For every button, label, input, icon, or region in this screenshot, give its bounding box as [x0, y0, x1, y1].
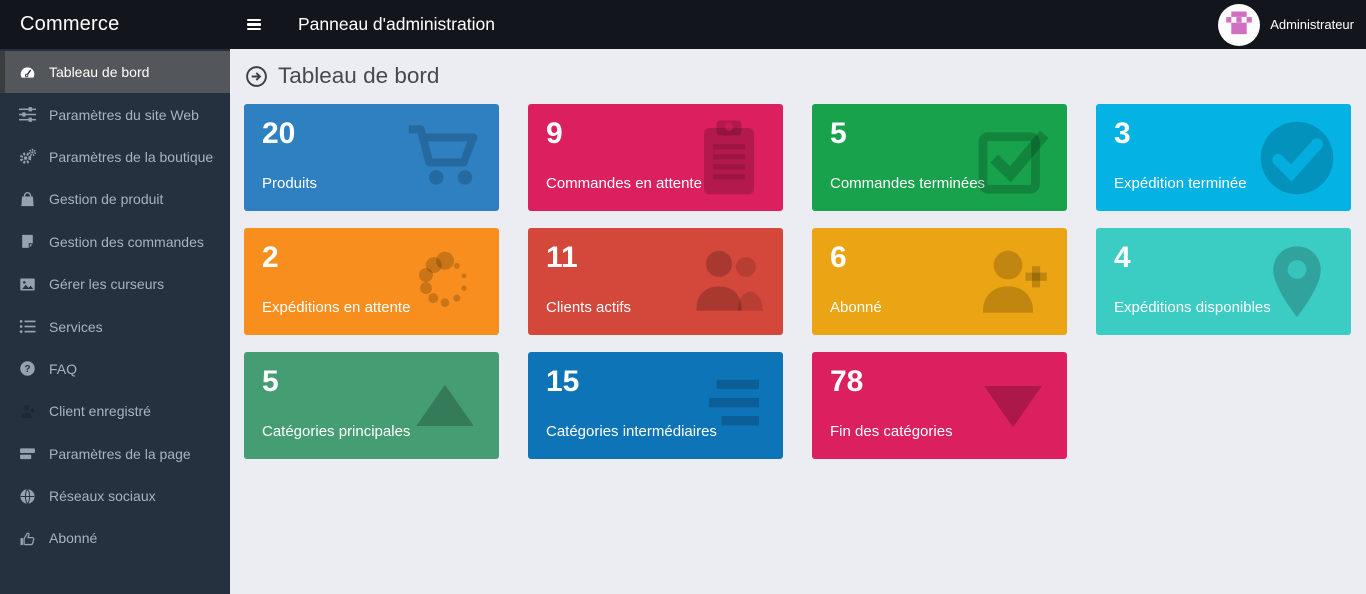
dashboard-icon [19, 64, 36, 81]
card-expeditions-en-attente[interactable]: 2 Expéditions en attente [244, 228, 499, 335]
card-label: Expéditions en attente [262, 299, 410, 316]
sidebar-item-label: Réseaux sociaux [49, 488, 156, 504]
card-commandes-en-attente[interactable]: 9 Commandes en attente [528, 104, 783, 211]
sidebar-item-client-enregistre[interactable]: Client enregistré [0, 390, 230, 432]
sidebar: Tableau de bord Paramètres du site Web P… [0, 49, 230, 594]
clipboard-icon [689, 118, 769, 198]
caret-down-icon [973, 366, 1053, 446]
globe-icon [19, 488, 36, 505]
check-square-icon [973, 118, 1053, 198]
note-icon [19, 233, 36, 250]
sliders-icon [19, 106, 36, 123]
question-circle-icon: ? [19, 360, 36, 377]
cart-icon [405, 118, 485, 198]
image-icon [19, 276, 36, 293]
card-expedition-terminee[interactable]: 3 Expédition terminée [1096, 104, 1351, 211]
thumbs-up-icon [19, 530, 36, 547]
brand-logo[interactable]: Commerce [0, 13, 230, 36]
identicon-avatar [1218, 4, 1260, 46]
card-label: Clients actifs [546, 299, 631, 316]
sidebar-item-faq[interactable]: ? FAQ [0, 348, 230, 390]
sidebar-item-label: Gestion des commandes [49, 234, 204, 250]
card-categories-intermediaires[interactable]: 15 Catégories intermédiaires [528, 352, 783, 459]
card-label: Commandes en attente [546, 175, 702, 192]
card-commandes-terminees[interactable]: 5 Commandes terminées [812, 104, 1067, 211]
sidebar-item-services[interactable]: Services [0, 305, 230, 347]
sidebar-item-label: Paramètres du site Web [49, 107, 199, 123]
sidebar-item-label: Tableau de bord [49, 64, 149, 80]
card-abonne[interactable]: 6 Abonné [812, 228, 1067, 335]
page-heading: Tableau de bord [245, 63, 1351, 89]
spinner-dots-icon [405, 242, 485, 322]
sidebar-item-label: Services [49, 319, 103, 335]
card-label: Fin des catégories [830, 423, 953, 440]
caret-up-icon [405, 366, 485, 446]
cogs-icon [19, 148, 36, 165]
bars-icon [689, 366, 769, 446]
sidebar-item-label: Paramètres de la boutique [49, 149, 213, 165]
card-categories-principales[interactable]: 5 Catégories principales [244, 352, 499, 459]
card-label: Expéditions disponibles [1114, 299, 1271, 316]
list-icon [19, 318, 36, 335]
sidebar-item-label: Abonné [49, 530, 97, 546]
card-label: Commandes terminées [830, 175, 985, 192]
topbar: Commerce Panneau d'administration Admini… [0, 0, 1366, 49]
sidebar-item-label: Client enregistré [49, 403, 151, 419]
sidebar-item-tableau-de-bord[interactable]: Tableau de bord [0, 51, 230, 93]
sidebar-item-gestion-de-produit[interactable]: Gestion de produit [0, 178, 230, 220]
sidebar-item-label: Paramètres de la page [49, 446, 191, 462]
sidebar-item-parametres-de-la-boutique[interactable]: Paramètres de la boutique [0, 136, 230, 178]
user-menu[interactable]: Administrateur [1218, 4, 1366, 46]
sidebar-item-abonne[interactable]: Abonné [0, 517, 230, 559]
card-clients-actifs[interactable]: 11 Clients actifs [528, 228, 783, 335]
sidebar-item-label: Gérer les curseurs [49, 276, 164, 292]
map-marker-icon [1257, 242, 1337, 322]
svg-text:?: ? [24, 364, 30, 375]
stat-cards-grid: 20 Produits 9 Commandes en attente 5 Com… [244, 104, 1351, 459]
check-circle-icon [1257, 118, 1337, 198]
card-label: Expédition terminée [1114, 175, 1247, 192]
card-label: Abonné [830, 299, 882, 316]
sidebar-item-gestion-des-commandes[interactable]: Gestion des commandes [0, 221, 230, 263]
card-produits[interactable]: 20 Produits [244, 104, 499, 211]
hamburger-icon[interactable] [247, 19, 261, 31]
sidebar-item-gerer-les-curseurs[interactable]: Gérer les curseurs [0, 263, 230, 305]
arrow-circle-right-icon [245, 65, 268, 88]
user-name: Administrateur [1270, 17, 1354, 32]
page-title: Panneau d'administration [298, 14, 495, 35]
page-heading-label: Tableau de bord [278, 63, 439, 89]
user-plus-icon [19, 403, 36, 420]
main-content: Tableau de bord 20 Produits 9 Commandes … [230, 49, 1366, 594]
card-label: Produits [262, 175, 317, 192]
page-settings-icon [19, 445, 36, 462]
user-plus-icon [973, 242, 1053, 322]
sidebar-item-parametres-du-site-web[interactable]: Paramètres du site Web [0, 93, 230, 135]
chevron-right-icon [213, 151, 216, 163]
card-expeditions-disponibles[interactable]: 4 Expéditions disponibles [1096, 228, 1351, 335]
users-icon [689, 242, 769, 322]
sidebar-item-label: FAQ [49, 361, 77, 377]
card-fin-des-categories[interactable]: 78 Fin des catégories [812, 352, 1067, 459]
shopping-bag-icon [19, 191, 36, 208]
sidebar-item-parametres-de-la-page[interactable]: Paramètres de la page [0, 433, 230, 475]
sidebar-item-label: Gestion de produit [49, 191, 163, 207]
sidebar-item-reseaux-sociaux[interactable]: Réseaux sociaux [0, 475, 230, 517]
card-label: Catégories principales [262, 423, 410, 440]
